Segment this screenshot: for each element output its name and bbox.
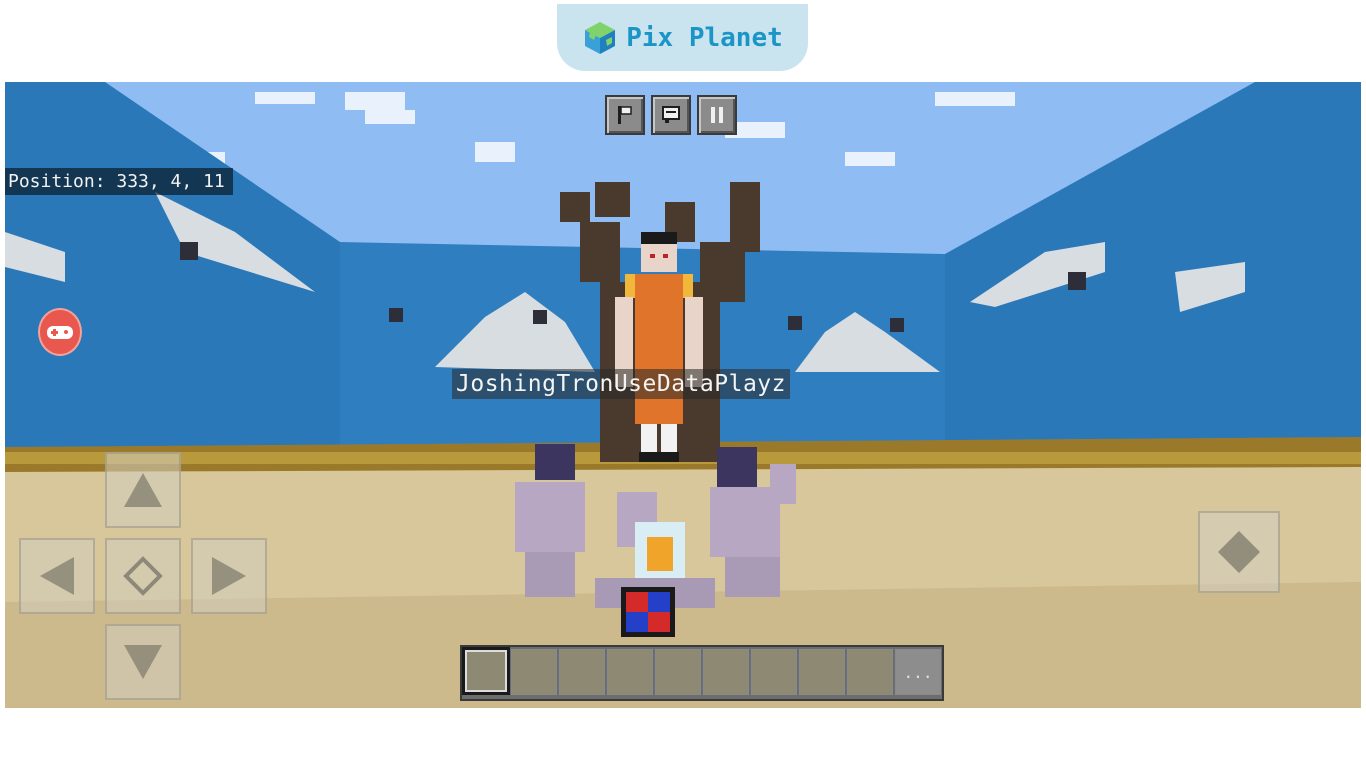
game-viewport[interactable]: Position: 333, 4, 11 JoshingTronUseDataP… — [5, 82, 1361, 708]
hotbar-slot-2[interactable] — [511, 649, 557, 695]
inventory-more-button[interactable]: ... — [895, 649, 941, 695]
hotbar-slot-3[interactable] — [559, 649, 605, 695]
dpad-up-button[interactable] — [105, 452, 181, 528]
jump-button[interactable] — [1198, 511, 1280, 593]
hotbar: ... — [460, 645, 944, 701]
gamepad-icon — [47, 326, 73, 339]
pause-icon — [711, 107, 723, 123]
pix-planet-banner: Pix Planet — [557, 4, 808, 71]
hotbar-slot-9[interactable] — [847, 649, 893, 695]
planet-cube-icon — [585, 21, 616, 54]
dpad-down-button[interactable] — [105, 624, 181, 700]
diamond-icon — [1218, 531, 1260, 573]
pause-button[interactable] — [697, 95, 737, 135]
dpad-right-button[interactable] — [191, 538, 267, 614]
hud-top-buttons — [605, 95, 737, 135]
position-readout: Position: 333, 4, 11 — [5, 168, 233, 195]
hotbar-slot-4[interactable] — [607, 649, 653, 695]
arrow-up-icon — [124, 473, 162, 507]
hotbar-slot-7[interactable] — [751, 649, 797, 695]
arrow-right-icon — [212, 557, 246, 595]
hotbar-slot-6[interactable] — [703, 649, 749, 695]
chat-button[interactable] — [651, 95, 691, 135]
flag-icon — [618, 106, 632, 124]
emote-button[interactable] — [605, 95, 645, 135]
arrow-left-icon — [40, 557, 74, 595]
sneak-diamond-icon — [123, 556, 163, 596]
hotbar-slot-8[interactable] — [799, 649, 845, 695]
dpad-center-button[interactable] — [105, 538, 181, 614]
emote-controller-button[interactable] — [38, 308, 82, 356]
brand-name: Pix Planet — [626, 22, 783, 53]
hotbar-slot-1[interactable] — [462, 647, 510, 695]
dpad-left-button[interactable] — [19, 538, 95, 614]
hotbar-slot-5[interactable] — [655, 649, 701, 695]
player-nametag: JoshingTronUseDataPlayz — [452, 369, 790, 399]
chat-icon — [662, 106, 680, 123]
arrow-down-icon — [124, 645, 162, 679]
